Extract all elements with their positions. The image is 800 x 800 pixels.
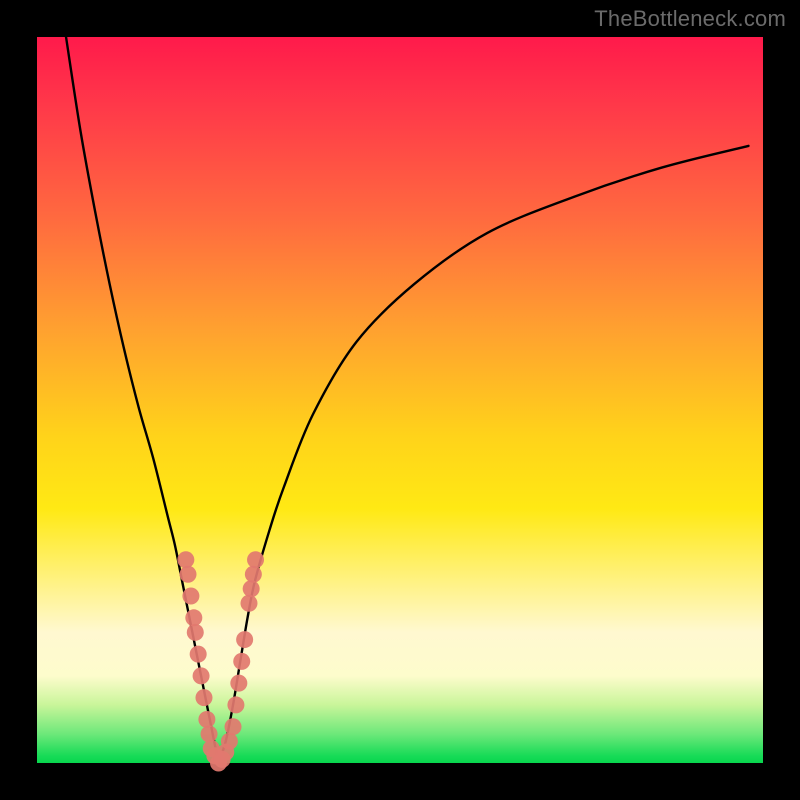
marker-dot bbox=[195, 689, 212, 706]
curve-group bbox=[66, 37, 748, 763]
right-branch-path bbox=[219, 146, 749, 763]
watermark-text: TheBottleneck.com bbox=[594, 6, 786, 32]
marker-dot bbox=[245, 566, 262, 583]
marker-dot bbox=[193, 667, 210, 684]
marker-dot bbox=[230, 675, 247, 692]
marker-dot bbox=[236, 631, 253, 648]
marker-dot bbox=[187, 624, 204, 641]
marker-dot bbox=[198, 711, 215, 728]
marker-dot bbox=[190, 646, 207, 663]
marker-dot bbox=[240, 595, 257, 612]
marker-dot bbox=[221, 733, 238, 750]
chart-svg bbox=[37, 37, 763, 763]
marker-dot bbox=[201, 725, 218, 742]
marker-dot bbox=[177, 551, 194, 568]
marker-dot bbox=[227, 696, 244, 713]
outer-frame: TheBottleneck.com bbox=[0, 0, 800, 800]
markers-group bbox=[177, 551, 264, 771]
marker-dot bbox=[182, 588, 199, 605]
marker-dot bbox=[243, 580, 260, 597]
marker-dot bbox=[225, 718, 242, 735]
marker-dot bbox=[233, 653, 250, 670]
marker-dot bbox=[180, 566, 197, 583]
plot-area bbox=[37, 37, 763, 763]
marker-dot bbox=[185, 609, 202, 626]
marker-dot bbox=[247, 551, 264, 568]
